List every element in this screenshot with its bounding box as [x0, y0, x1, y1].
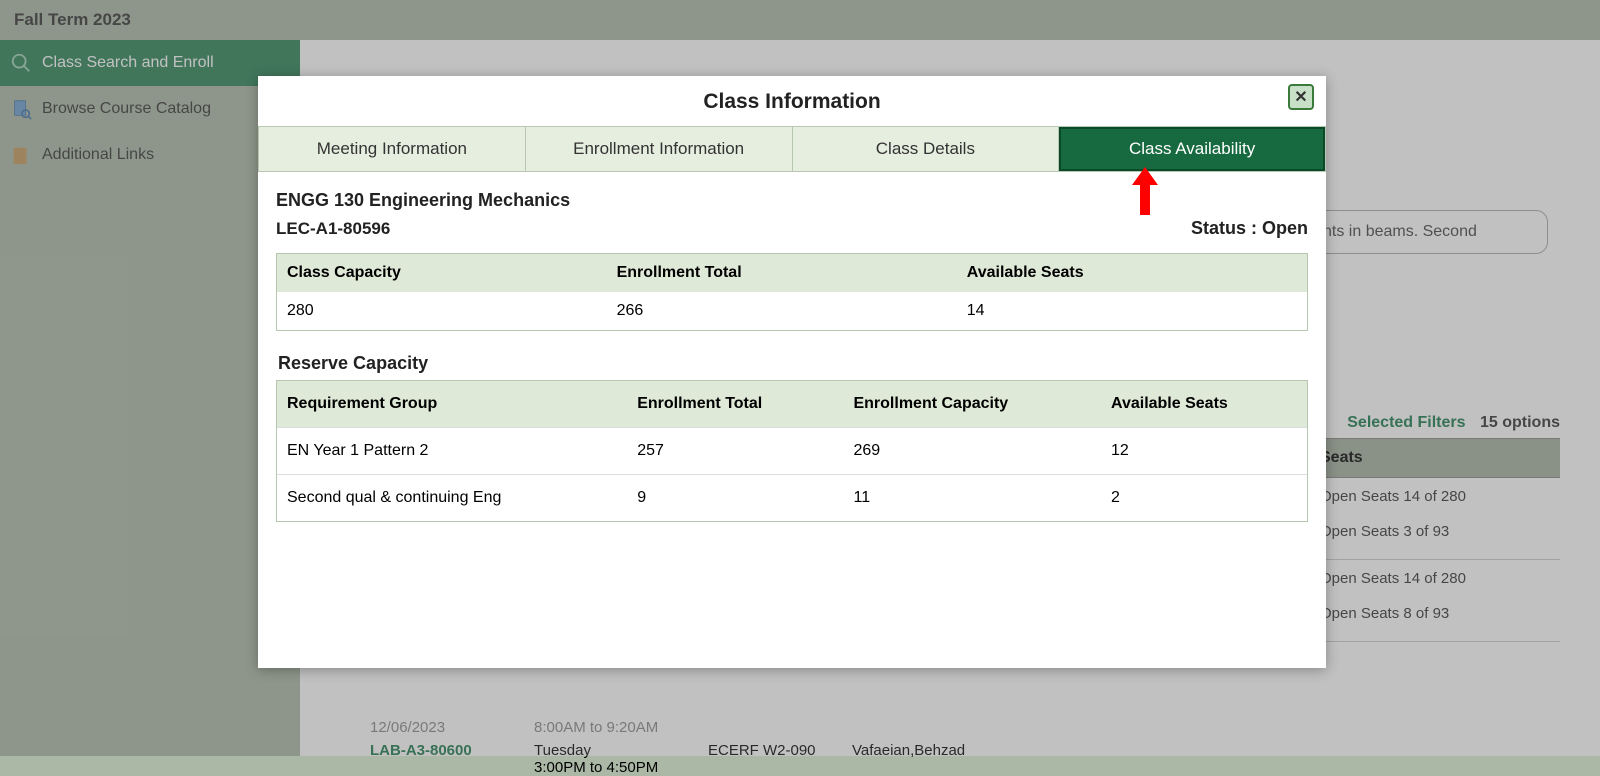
tab-class-details[interactable]: Class Details	[793, 127, 1060, 171]
column-header: Enrollment Total	[607, 254, 957, 292]
reserve-row: Second qual & continuing Eng 9 11 2	[277, 474, 1307, 521]
course-section: LEC-A1-80596	[276, 219, 570, 239]
reserve-table: Requirement Group Enrollment Total Enrol…	[276, 380, 1308, 522]
close-icon: ✕	[1294, 87, 1307, 107]
reserve-row: EN Year 1 Pattern 2 257 269 12	[277, 427, 1307, 474]
column-header: Enrollment Total	[627, 381, 843, 427]
column-header: Available Seats	[1101, 381, 1307, 427]
modal-tabs: Meeting Information Enrollment Informati…	[258, 126, 1326, 172]
reserve-section-title: Reserve Capacity	[278, 353, 1308, 374]
annotation-arrow	[1130, 167, 1160, 222]
status-label: Status : Open	[1191, 218, 1308, 239]
capacity-table: Class Capacity Enrollment Total Availabl…	[276, 253, 1308, 331]
column-header: Enrollment Capacity	[843, 381, 1101, 427]
tab-meeting-info[interactable]: Meeting Information	[259, 127, 526, 171]
column-header: Class Capacity	[277, 254, 607, 292]
capacity-value: 280	[277, 292, 607, 330]
tab-enrollment-info[interactable]: Enrollment Information	[526, 127, 793, 171]
enrollment-total-value: 266	[607, 292, 957, 330]
available-seats-value: 14	[957, 292, 1307, 330]
close-button[interactable]: ✕	[1288, 84, 1314, 110]
column-header: Requirement Group	[277, 381, 627, 427]
tab-class-availability[interactable]: Class Availability	[1059, 127, 1325, 171]
class-info-modal: Class Information ✕ Meeting Information …	[258, 76, 1326, 668]
modal-title: Class Information	[258, 90, 1326, 114]
column-header: Available Seats	[957, 254, 1307, 292]
course-title: ENGG 130 Engineering Mechanics	[276, 190, 570, 211]
